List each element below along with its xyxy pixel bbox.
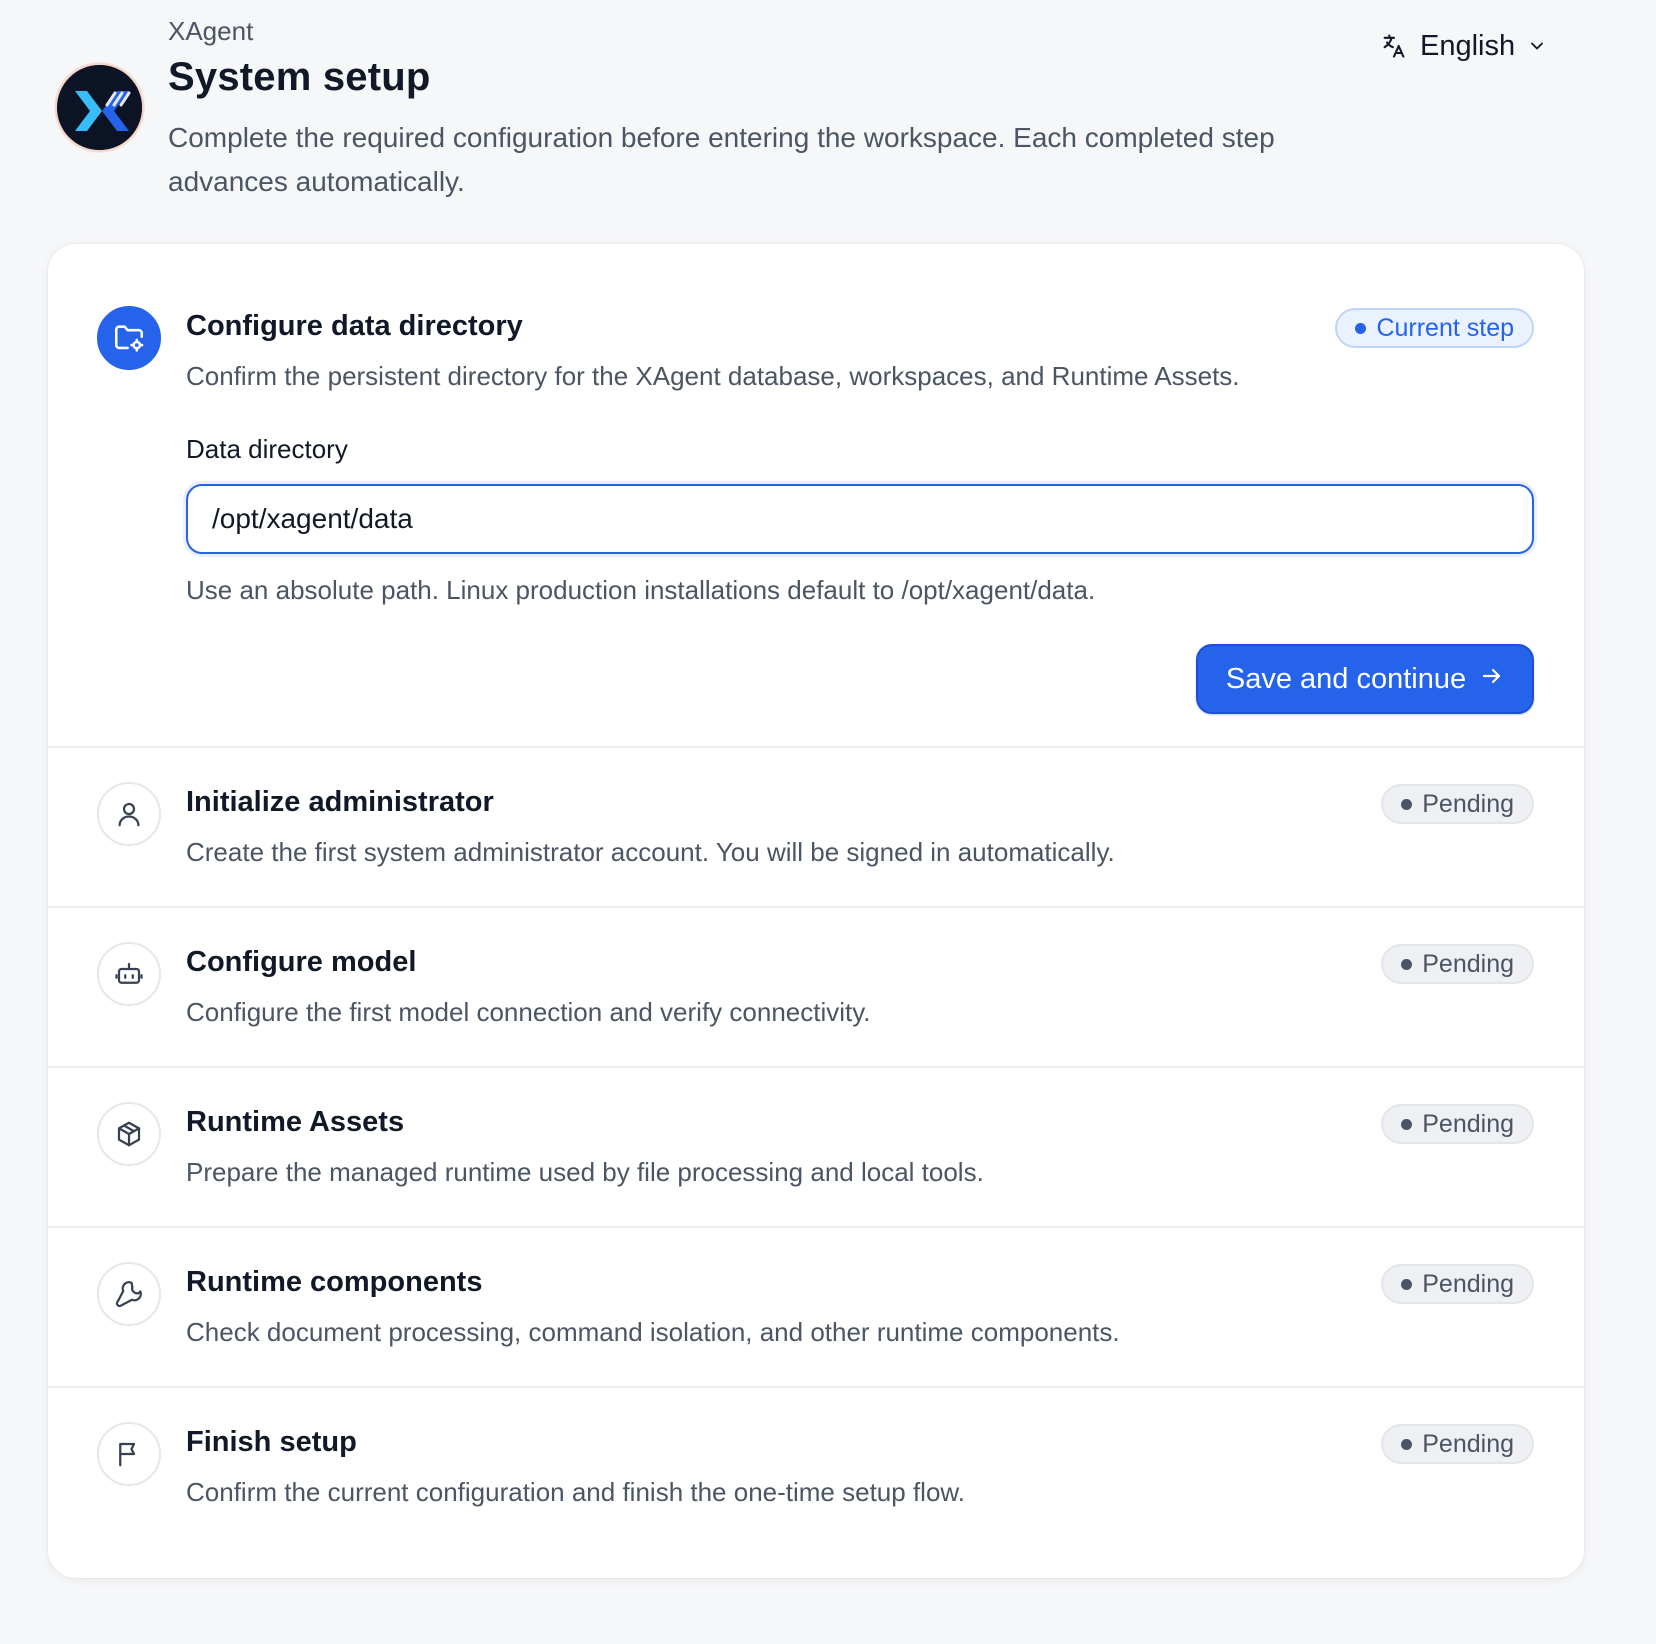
- language-label: English: [1420, 29, 1516, 62]
- data-directory-hint: Use an absolute path. Linux production i…: [186, 575, 1096, 605]
- data-directory-input[interactable]: [212, 503, 1532, 535]
- status-dot: [1401, 1278, 1413, 1290]
- data-directory-label: Data directory: [186, 434, 348, 464]
- user-icon: [97, 782, 161, 846]
- status-badge: Pending: [1381, 1424, 1534, 1464]
- step-finish-setup: Finish setup Confirm the current configu…: [48, 1388, 1584, 1578]
- step-title: Configure data directory: [186, 310, 523, 342]
- save-and-continue-button[interactable]: Save and continue: [1196, 644, 1534, 714]
- step-runtime-assets: Runtime Assets Prepare the managed runti…: [48, 1068, 1584, 1226]
- step-description: Prepare the managed runtime used by file…: [186, 1157, 984, 1187]
- step-description: Confirm the persistent directory for the…: [186, 361, 1240, 391]
- package-icon: [97, 1102, 161, 1166]
- status-badge: Current step: [1335, 308, 1534, 348]
- setup-page: XAgent System setup Complete the require…: [0, 0, 1656, 1644]
- folder-settings-icon: [97, 306, 161, 370]
- status-dot: [1401, 1438, 1413, 1450]
- step-configure-data-directory: Configure data directory Confirm the per…: [48, 244, 1584, 746]
- step-title: Runtime components: [186, 1266, 483, 1298]
- status-dot: [1355, 322, 1367, 334]
- setup-steps-card: Configure data directory Confirm the per…: [48, 244, 1584, 1578]
- save-and-continue-label: Save and continue: [1225, 662, 1467, 695]
- step-configure-model: Configure model Configure the first mode…: [48, 908, 1584, 1066]
- data-directory-field[interactable]: [186, 484, 1534, 554]
- robot-icon: [97, 942, 161, 1006]
- status-dot: [1401, 1118, 1413, 1130]
- app-name: XAgent: [168, 16, 254, 46]
- step-title: Configure model: [186, 946, 417, 978]
- step-description: Confirm the current configuration and fi…: [186, 1477, 965, 1507]
- step-title: Initialize administrator: [186, 786, 494, 818]
- status-label: Current step: [1376, 313, 1514, 342]
- chevron-down-icon: [1527, 36, 1547, 56]
- status-label: Pending: [1422, 949, 1514, 978]
- flag-icon: [97, 1422, 161, 1486]
- status-badge: Pending: [1381, 784, 1534, 824]
- step-title: Finish setup: [186, 1426, 357, 1458]
- step-runtime-components: Runtime components Check document proces…: [48, 1228, 1584, 1386]
- status-dot: [1401, 798, 1413, 810]
- status-label: Pending: [1422, 1269, 1514, 1298]
- status-badge: Pending: [1381, 1264, 1534, 1304]
- wrench-icon: [97, 1262, 161, 1326]
- translate-icon: [1380, 32, 1408, 60]
- status-badge: Pending: [1381, 1104, 1534, 1144]
- status-label: Pending: [1422, 1109, 1514, 1138]
- page-description: Complete the required configuration befo…: [168, 122, 1275, 197]
- step-title: Runtime Assets: [186, 1106, 405, 1138]
- step-description: Create the first system administrator ac…: [186, 837, 1115, 867]
- status-label: Pending: [1422, 1429, 1514, 1458]
- step-description: Check document processing, command isola…: [186, 1317, 1120, 1347]
- step-initialize-administrator: Initialize administrator Create the firs…: [48, 748, 1584, 906]
- status-dot: [1401, 958, 1413, 970]
- step-description: Configure the first model connection and…: [186, 997, 871, 1027]
- status-label: Pending: [1422, 789, 1514, 818]
- arrow-right-icon: [1480, 663, 1504, 696]
- language-selector[interactable]: English: [1380, 24, 1547, 68]
- page-title: System setup: [168, 55, 431, 99]
- xagent-logo: [55, 63, 144, 152]
- status-badge: Pending: [1381, 944, 1534, 984]
